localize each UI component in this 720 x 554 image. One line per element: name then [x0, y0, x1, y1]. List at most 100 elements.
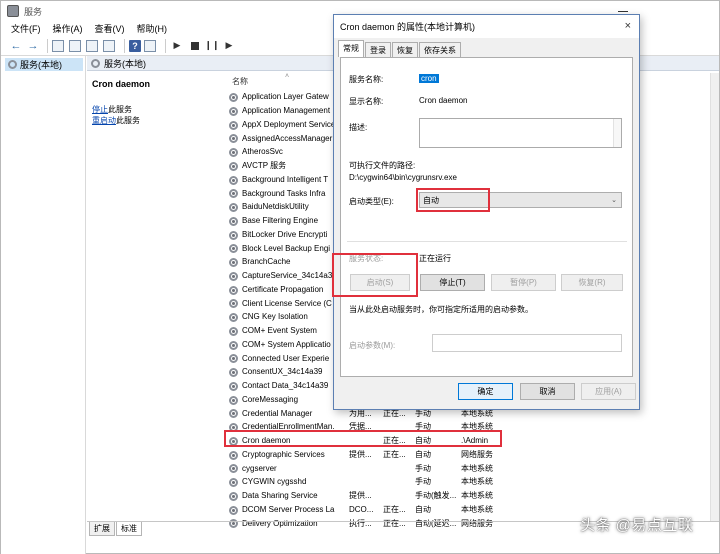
service-gear-icon	[229, 175, 238, 185]
service-name-cell: Background Intelligent T	[242, 174, 329, 184]
stop-button[interactable]: 停止(T)	[420, 274, 485, 291]
service-row[interactable]: CredentialEnrollmentMan... 凭据... 手动 本地系统	[227, 420, 707, 434]
service-row[interactable]: Data Sharing Service 提供... 手动(触发... 本地系统	[227, 489, 707, 503]
exe-path-value: D:\cygwin64\bin\cygrunsrv.exe	[349, 173, 457, 182]
service-gear-icon	[229, 354, 238, 364]
service-gear-icon	[229, 148, 238, 157]
pause-service-icon[interactable]: ❙❙	[204, 39, 219, 53]
start-service-icon[interactable]: ▶	[170, 39, 184, 53]
start-params-input[interactable]	[432, 334, 622, 352]
service-row[interactable]: Cron daemon 正在... 自动 .\Admin	[227, 434, 707, 448]
cancel-button[interactable]: 取消	[520, 383, 575, 400]
tab-dependencies[interactable]: 依存关系	[419, 42, 461, 57]
service-name-label: 服务名称:	[349, 75, 384, 84]
description-scrollbar[interactable]	[613, 119, 621, 147]
stop-service-suffix: 此服务	[108, 105, 132, 114]
tab-general[interactable]: 常规	[338, 40, 364, 57]
toolbar-separator	[165, 38, 166, 53]
service-startup-cell: 手动	[415, 477, 431, 487]
service-name-cell: AssignedAccessManager	[242, 133, 333, 143]
tab-logon[interactable]: 登录	[365, 42, 391, 57]
service-name-value[interactable]: cron	[419, 74, 439, 83]
back-arrow-icon[interactable]: ←	[9, 39, 23, 53]
selected-service-title: Cron daemon	[92, 79, 151, 89]
service-logon-cell: .\Admin	[461, 436, 489, 446]
start-params-hint: 当从此处启动服务时，你可指定所适用的启动参数。	[349, 305, 533, 314]
service-name-cell: BitLocker Drive Encrypti	[242, 229, 328, 239]
service-startup-cell: 自动	[415, 449, 431, 459]
service-desc-cell: 提供...	[349, 491, 372, 501]
service-gear-icon	[229, 93, 238, 102]
help-icon[interactable]: ?	[129, 39, 141, 52]
service-name-cell: cygserver	[242, 463, 277, 473]
menu-help[interactable]: 帮助(H)	[137, 22, 168, 35]
chevron-down-icon: ⌄	[611, 197, 617, 204]
export-list-icon[interactable]	[103, 39, 115, 52]
service-name-cell: CoreMessaging	[242, 394, 299, 404]
dialog-title: Cron daemon 的属性(本地计算机)	[340, 22, 476, 32]
tab-standard[interactable]: 标准	[116, 522, 142, 536]
refresh-icon[interactable]	[86, 39, 98, 52]
resume-button[interactable]: 恢复(R)	[561, 274, 623, 291]
apply-button[interactable]: 应用(A)	[581, 383, 636, 400]
properties-icon[interactable]	[69, 39, 81, 52]
service-gear-icon	[229, 244, 238, 254]
stop-service-icon[interactable]	[191, 41, 199, 50]
restart-service-link[interactable]: 重启动	[92, 116, 116, 125]
tab-recovery[interactable]: 恢复	[392, 42, 418, 57]
service-logon-cell: 本地系统	[461, 504, 493, 514]
service-status-value: 正在运行	[419, 254, 451, 263]
service-status-cell: 正在...	[383, 449, 406, 459]
service-gear-icon	[229, 395, 238, 405]
service-gear-icon	[229, 271, 238, 281]
service-name-cell: Credential Manager	[242, 408, 313, 418]
startup-type-select[interactable]: 自动 ⌄	[419, 192, 622, 208]
forward-arrow-icon[interactable]: →	[26, 39, 40, 53]
pause-button[interactable]: 暂停(P)	[491, 274, 556, 291]
show-hide-icon[interactable]	[144, 39, 156, 52]
service-logon-cell: 本地系统	[461, 422, 493, 432]
menu-view[interactable]: 查看(V)	[95, 22, 125, 35]
vertical-scrollbar[interactable]	[710, 73, 719, 521]
service-name-cell: CYGWIN cygsshd	[242, 477, 307, 487]
stop-service-link[interactable]: 停止	[92, 105, 108, 114]
service-startup-cell: 手动	[415, 422, 431, 432]
service-name-cell: Contact Data_34c14a39	[242, 381, 329, 391]
close-icon[interactable]: ×	[625, 20, 631, 32]
service-gear-icon	[229, 134, 238, 144]
service-name-cell: AVCTP 服务	[242, 161, 287, 171]
service-logon-cell: 本地系统	[461, 491, 493, 501]
console-tree-icon[interactable]	[52, 39, 64, 52]
service-gear-icon	[229, 258, 238, 267]
service-gear-icon	[229, 120, 238, 130]
toolbar-separator	[47, 38, 48, 53]
tree-node-services-local[interactable]: 服务(本地)	[5, 58, 83, 71]
service-gear-icon	[229, 299, 238, 309]
service-desc-cell: DCO...	[349, 504, 374, 514]
service-status-label: 服务状态:	[349, 254, 384, 263]
start-button[interactable]: 启动(S)	[350, 274, 410, 291]
restart-service-icon[interactable]: ▶	[222, 39, 236, 53]
services-app-icon	[7, 5, 19, 17]
exe-path-label: 可执行文件的路径:	[349, 161, 416, 170]
column-name[interactable]: 名称	[232, 76, 248, 87]
tab-extended[interactable]: 扩展	[89, 522, 115, 536]
display-name-value[interactable]: Cron daemon	[419, 96, 467, 105]
service-row[interactable]: cygserver 手动 本地系统	[227, 461, 707, 475]
menu-file[interactable]: 文件(F)	[11, 22, 41, 35]
service-gear-icon	[229, 313, 238, 322]
ok-button[interactable]: 确定	[458, 383, 513, 400]
description-label: 描述:	[349, 123, 368, 132]
service-row[interactable]: CYGWIN cygsshd 手动 本地系统	[227, 475, 707, 489]
service-row[interactable]: Cryptographic Services 提供... 正在... 自动 网络服务	[227, 448, 707, 462]
description-field[interactable]	[419, 118, 622, 148]
service-gear-icon	[229, 478, 238, 487]
menu-action[interactable]: 操作(A)	[53, 22, 83, 35]
panel-header-label: 服务(本地)	[104, 58, 146, 69]
service-gear-icon	[229, 436, 238, 446]
toolbar-separator	[124, 38, 125, 53]
description-pane: Cron daemon 停止此服务 重启动 此服务	[87, 71, 225, 521]
service-gear-icon	[229, 505, 238, 515]
service-gear-icon	[229, 106, 238, 116]
stop-service-line: 停止此服务	[92, 104, 132, 115]
